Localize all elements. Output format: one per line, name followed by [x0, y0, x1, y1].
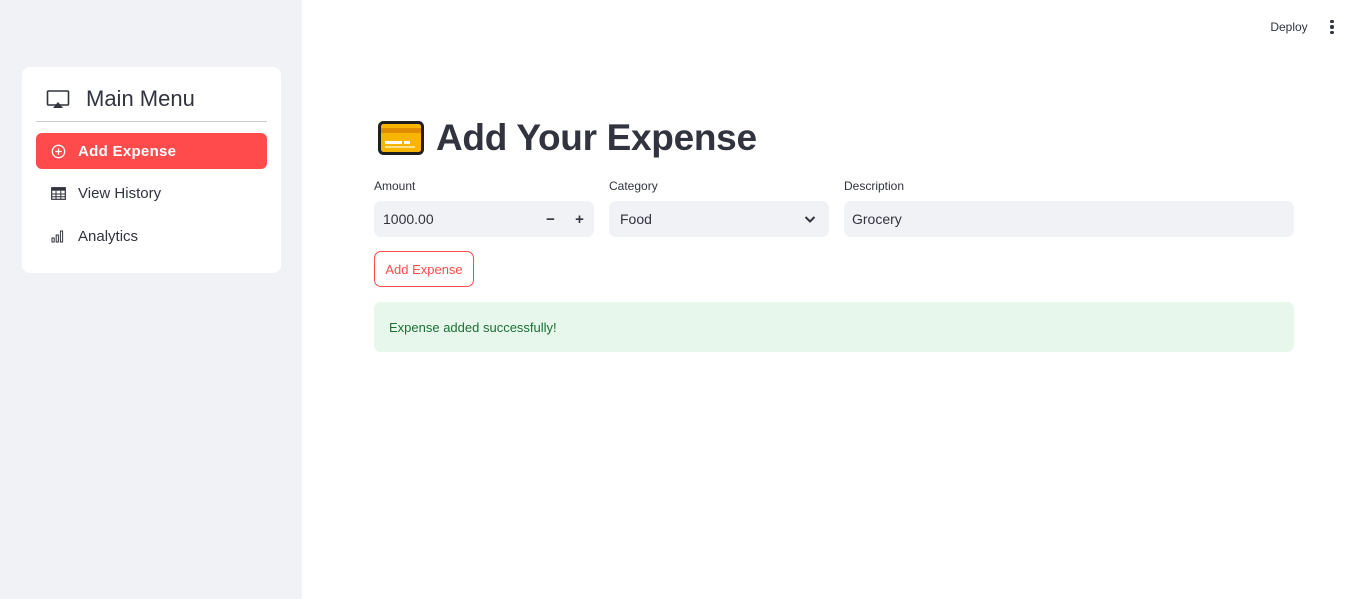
sidebar-item-add-expense[interactable]: Add Expense: [36, 133, 267, 169]
decrement-button[interactable]: −: [536, 201, 565, 237]
page-title: Add Your Expense: [436, 117, 757, 158]
success-message: Expense added successfully!: [389, 319, 557, 335]
bar-chart-icon: [50, 228, 66, 244]
sidebar-item-analytics[interactable]: Analytics: [36, 218, 267, 254]
description-value[interactable]: Grocery: [852, 211, 902, 227]
description-input[interactable]: Grocery: [844, 201, 1294, 237]
category-label: Category: [609, 179, 658, 193]
description-label: Description: [844, 179, 905, 193]
table-icon: [50, 185, 66, 201]
amount-label: Amount: [374, 179, 416, 193]
kebab-menu-icon[interactable]: [1322, 14, 1342, 40]
category-select[interactable]: Food: [609, 201, 829, 237]
app-root: Main Menu Add Expense View History Analy…: [0, 0, 1366, 599]
sidebar-item-label: Add Expense: [78, 142, 177, 160]
increment-button[interactable]: +: [565, 201, 594, 237]
menu-header: Main Menu: [36, 81, 267, 122]
sidebar-item-label: View History: [78, 184, 162, 202]
sidebar: Main Menu Add Expense View History Analy…: [0, 0, 302, 599]
add-expense-button[interactable]: Add Expense: [374, 251, 474, 287]
sidebar-item-label: Analytics: [78, 227, 139, 245]
success-alert: Expense added successfully!: [374, 302, 1294, 352]
chevron-down-icon: [804, 216, 816, 223]
page-heading: Add Your Expense: [378, 116, 757, 160]
amount-input[interactable]: 1000.00 − +: [374, 201, 594, 237]
amount-value[interactable]: 1000.00: [383, 211, 536, 227]
menu-title: Main Menu: [86, 86, 195, 111]
category-value: Food: [620, 211, 652, 227]
deploy-button[interactable]: Deploy: [1258, 14, 1320, 40]
plus-circle-icon: [50, 143, 66, 159]
main-menu-card: Main Menu Add Expense View History Analy…: [22, 67, 281, 273]
credit-card-icon: [378, 121, 424, 155]
sidebar-item-view-history[interactable]: View History: [36, 175, 267, 211]
cast-icon: [46, 90, 70, 108]
